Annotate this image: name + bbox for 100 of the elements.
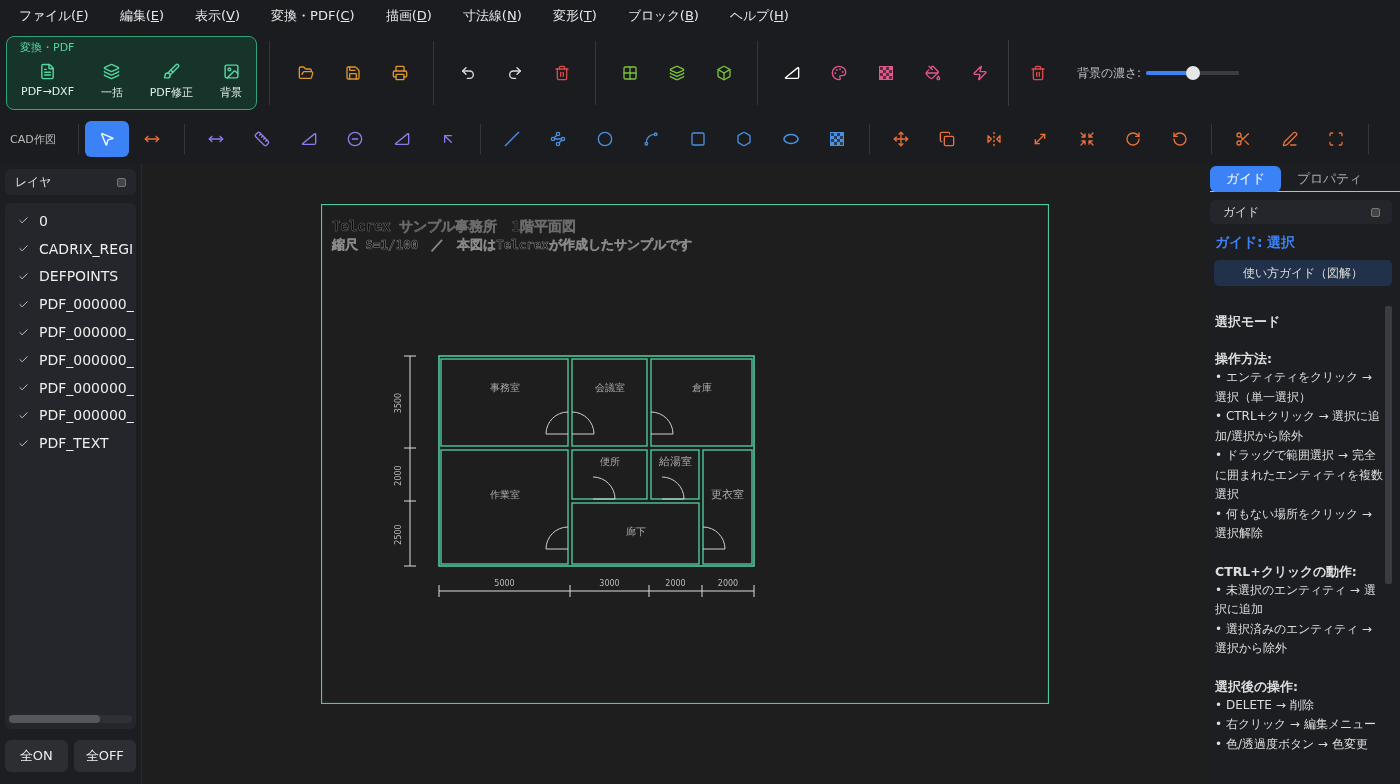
angle-icon: [300, 131, 317, 147]
pointer-tool-button[interactable]: [85, 121, 129, 157]
menu-item[interactable]: 変形(T): [552, 7, 597, 25]
rotate-icon: [1171, 131, 1188, 147]
detach-icon[interactable]: [1371, 207, 1380, 217]
layer-name: PDF_000000_: [39, 351, 134, 368]
pdf-tool-button[interactable]: PDF修正: [145, 61, 198, 102]
layer-row[interactable]: PDF_TEXT: [5, 429, 136, 458]
door-swing: [545, 526, 569, 550]
guide-item: • 未選択のエンティティ → 選択に追加: [1215, 581, 1377, 618]
save-icon: [344, 65, 361, 81]
pdf-tool-button[interactable]: 背景: [216, 61, 246, 102]
room-label: 給湯室: [658, 455, 692, 468]
guide-button[interactable]: 使い方ガイド（図解）: [1214, 260, 1392, 286]
layer-row[interactable]: DEFPOINTS: [5, 262, 136, 291]
layer-name: PDF_TEXT: [39, 435, 109, 452]
menu-item[interactable]: 寸法線(N): [462, 7, 522, 25]
lightning-icon: [971, 65, 988, 81]
menu-item[interactable]: 変換・PDF(C): [271, 7, 355, 25]
ruler-icon: [254, 131, 271, 147]
scissors-icon: [1235, 131, 1252, 147]
trash-icon: [1029, 65, 1046, 81]
panel-tab[interactable]: プロパティ: [1281, 166, 1378, 192]
menu-item[interactable]: 描画(D): [385, 7, 432, 25]
guide-item: • CTRL+クリック → 選択に追加/選択から除外: [1215, 408, 1382, 445]
layer-row[interactable]: 0: [5, 207, 136, 235]
guide-item: • 右クリック → 編集メニュー: [1215, 716, 1377, 733]
room-label: 便所: [599, 456, 620, 467]
group-title: 変換・PDF: [20, 40, 75, 55]
checker-icon: [877, 65, 894, 81]
arc-icon: [643, 131, 660, 147]
dimension-value: 2500: [394, 524, 403, 545]
check-icon: [18, 271, 29, 282]
layer-row[interactable]: PDF_000000_: [5, 290, 136, 319]
circle-icon: [596, 131, 613, 147]
guide-heading: ガイド: 選択: [1215, 234, 1297, 252]
paint-bucket-icon: [924, 65, 941, 81]
pdf-file-icon: [39, 63, 56, 80]
layer-toggle-button[interactable]: 全OFF: [73, 740, 136, 772]
door-swing: [661, 476, 685, 500]
layer-row[interactable]: PDF_000000_: [5, 401, 136, 430]
panel-tab[interactable]: ガイド: [1210, 166, 1281, 192]
brush-icon: [162, 63, 180, 80]
guide-item: • 選択済みのエンティティ → 選択から除外: [1215, 620, 1373, 657]
slider-label: 背景の濃さ:: [1077, 64, 1142, 82]
door-swing: [545, 411, 569, 435]
layer-row[interactable]: CADRIX_REGI: [5, 234, 136, 263]
check-icon: [18, 298, 29, 310]
polyline-icon: [550, 131, 567, 147]
edit-icon: [1281, 131, 1298, 147]
door-swing: [650, 411, 674, 435]
room-label: 倉庫: [691, 382, 712, 393]
detach-icon[interactable]: [117, 177, 126, 187]
undo-icon: [459, 65, 476, 81]
drawing-subtitle: 縮尺 S=1/100 ／ 本図はTelcrexが作成したサンプルです: [332, 237, 692, 252]
line-icon: [503, 131, 520, 147]
dimension-value: 2000: [665, 579, 686, 588]
pdf-tool-button[interactable]: 一括: [96, 61, 127, 102]
door-swing: [702, 526, 726, 550]
layer-row[interactable]: PDF_000000_: [5, 346, 136, 374]
copy-icon: [939, 131, 956, 147]
check-icon: [18, 409, 29, 421]
pdf-tool-button[interactable]: PDF→DXF: [17, 61, 78, 102]
menu-item[interactable]: 表示(V): [195, 7, 241, 25]
scrollbar[interactable]: [1385, 306, 1392, 584]
layer-row[interactable]: PDF_000000_: [5, 373, 136, 402]
guide-section-title: CTRL+クリックの動作:: [1215, 562, 1358, 581]
layer-name: DEFPOINTS: [39, 268, 119, 285]
rotate-icon: [1125, 131, 1142, 147]
hexagon-icon: [736, 131, 753, 147]
layers-icon: [103, 63, 121, 80]
rectangle-icon: [689, 131, 706, 147]
door-swing: [571, 411, 595, 435]
room-label: 作業室: [489, 488, 520, 500]
layer-row[interactable]: PDF_000000_: [5, 318, 136, 346]
dimension-value: 3000: [599, 579, 620, 588]
menu-item[interactable]: ブロック(B): [627, 7, 699, 25]
guide-item: • DELETE → 削除: [1215, 696, 1315, 714]
offset-icon: [1078, 131, 1095, 147]
circle-diameter-icon: [347, 131, 364, 147]
door-swing: [592, 476, 616, 500]
guide-section-title: 選択後の操作:: [1215, 677, 1299, 696]
grid-icon: [621, 65, 638, 81]
cube-icon: [715, 65, 732, 81]
palette-icon: [830, 65, 847, 81]
layer-name: PDF_000000_: [39, 379, 134, 396]
layer-toggle-button[interactable]: 全ON: [5, 740, 68, 772]
menu-item[interactable]: ファイル(F): [19, 7, 89, 25]
folder-icon: [297, 65, 314, 81]
slider-thumb[interactable]: [1185, 66, 1200, 80]
guide-item: • 何もない場所をクリック → 選択解除: [1215, 505, 1373, 542]
menu-item[interactable]: 編集(E): [119, 7, 164, 25]
printer-icon: [391, 65, 408, 81]
scrollbar[interactable]: [9, 715, 132, 723]
guide-item: • 色/透過度ボタン → 色変更: [1215, 735, 1369, 753]
trash-icon: [553, 65, 570, 81]
check-icon: [18, 326, 29, 338]
menu-item[interactable]: ヘルプ(H): [729, 7, 789, 25]
toolbar-label: CAD作図: [10, 131, 57, 147]
pointer-icon: [99, 131, 115, 147]
